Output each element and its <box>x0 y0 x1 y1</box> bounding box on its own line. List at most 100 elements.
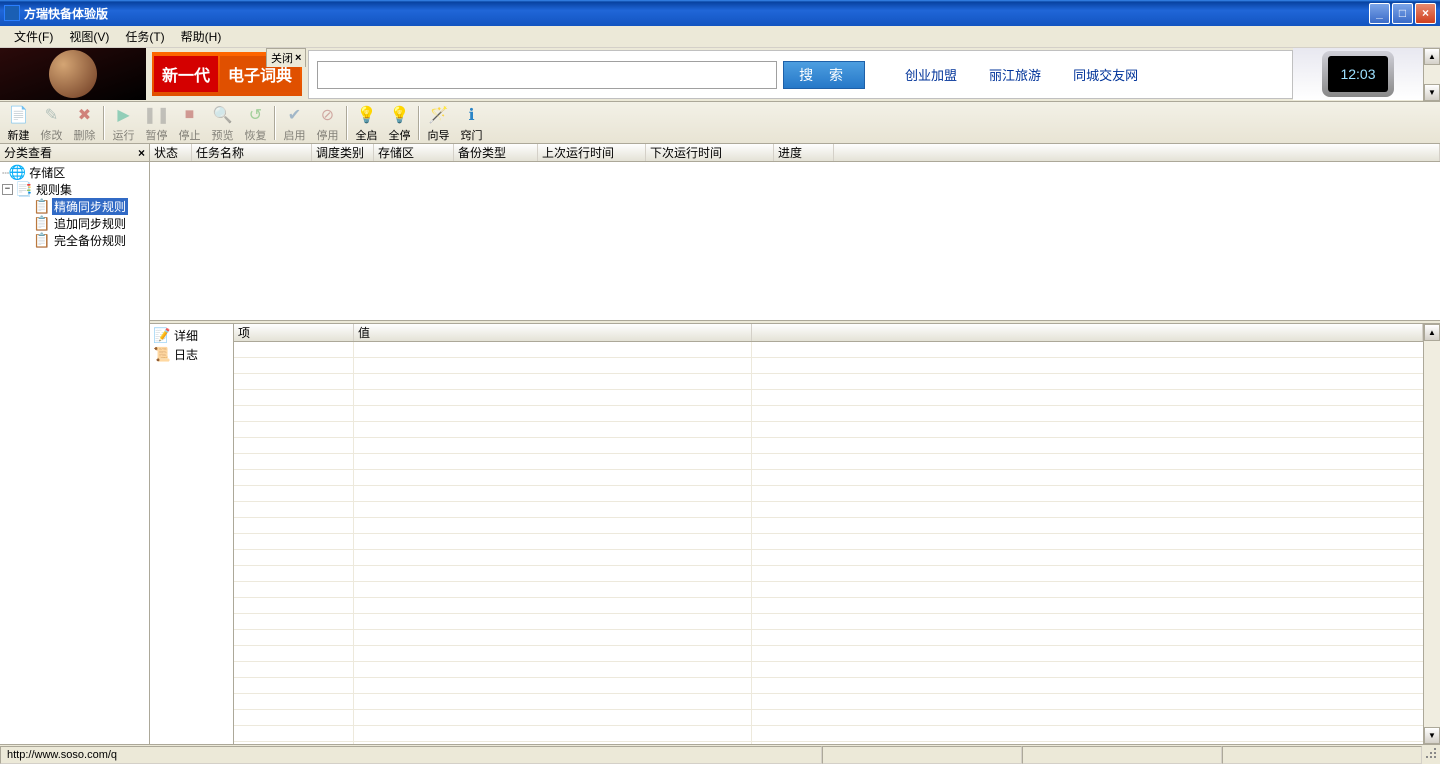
scroll-up-icon[interactable]: ▲ <box>1424 324 1440 341</box>
ad-link-1[interactable]: 丽江旅游 <box>989 65 1041 84</box>
col-backup-type[interactable]: 备份类型 <box>454 144 538 161</box>
detail-col-item[interactable]: 项 <box>234 324 354 341</box>
menu-file[interactable]: 文件(F) <box>6 26 61 47</box>
detail-row[interactable] <box>234 550 1423 566</box>
tb-tips[interactable]: ℹ窍门 <box>455 103 488 143</box>
status-url: http://www.soso.com/q <box>0 746 822 764</box>
detail-col-value[interactable]: 值 <box>354 324 752 341</box>
tb-new[interactable]: 📄新建 <box>2 103 35 143</box>
col-status[interactable]: 状态 <box>150 144 192 161</box>
col-storage[interactable]: 存储区 <box>374 144 454 161</box>
detail-row[interactable] <box>234 582 1423 598</box>
detail-tabs: 📝 详细 📜 日志 <box>150 324 234 744</box>
sidebar-title: 分类查看 <box>4 144 52 161</box>
detail-row[interactable] <box>234 470 1423 486</box>
ad-links: 创业加盟 丽江旅游 同城交友网 <box>905 65 1138 84</box>
menu-task[interactable]: 任务(T) <box>117 26 172 47</box>
detail-row[interactable] <box>234 406 1423 422</box>
ad-phone[interactable]: 12:03 <box>1293 48 1423 100</box>
detail-row[interactable] <box>234 742 1423 744</box>
detail-row[interactable] <box>234 374 1423 390</box>
detail-row[interactable] <box>234 454 1423 470</box>
detail-tab-log[interactable]: 📜 日志 <box>150 345 233 364</box>
rule-icon: 📋 <box>34 199 50 215</box>
col-sched[interactable]: 调度类别 <box>312 144 374 161</box>
detail-row[interactable] <box>234 646 1423 662</box>
detail-row[interactable] <box>234 502 1423 518</box>
scroll-down-icon[interactable]: ▼ <box>1424 84 1440 101</box>
tb-edit: ✎修改 <box>35 103 68 143</box>
menu-view[interactable]: 视图(V) <box>61 26 117 47</box>
col-nextrun[interactable]: 下次运行时间 <box>646 144 774 161</box>
detail-row[interactable] <box>234 726 1423 742</box>
content-area: 状态 任务名称 调度类别 存储区 备份类型 上次运行时间 下次运行时间 进度 📝… <box>150 144 1440 744</box>
detail-row[interactable] <box>234 358 1423 374</box>
task-grid-body[interactable] <box>150 162 1440 320</box>
tb-pause: ❚❚暂停 <box>140 103 173 143</box>
pause-icon: ❚❚ <box>146 104 168 126</box>
detail-row[interactable] <box>234 518 1423 534</box>
tree-node-storage[interactable]: ┄ 🌐 存储区 <box>2 164 147 181</box>
search-input[interactable] <box>317 61 777 89</box>
tb-wizard[interactable]: 🪄向导 <box>422 103 455 143</box>
detail-row[interactable] <box>234 710 1423 726</box>
detail-row[interactable] <box>234 534 1423 550</box>
scroll-track[interactable] <box>1424 341 1440 727</box>
close-button[interactable]: × <box>1415 3 1436 24</box>
col-lastrun[interactable]: 上次运行时间 <box>538 144 646 161</box>
ad-bar: 新一代 电子词典 关闭 × 搜 索 创业加盟 丽江旅游 同城交友网 12:03 … <box>0 48 1440 102</box>
ad-scrollbar[interactable]: ▲ ▼ <box>1423 48 1440 101</box>
scroll-track[interactable] <box>1424 65 1440 84</box>
scroll-down-icon[interactable]: ▼ <box>1424 727 1440 744</box>
recover-icon: ↺ <box>245 104 267 126</box>
tb-delete: ✖删除 <box>68 103 101 143</box>
menu-help[interactable]: 帮助(H) <box>173 26 230 47</box>
detail-row[interactable] <box>234 614 1423 630</box>
detail-header: 项 值 <box>234 324 1423 342</box>
detail-row[interactable] <box>234 662 1423 678</box>
ad-search-panel: 搜 索 创业加盟 丽江旅游 同城交友网 <box>308 50 1293 99</box>
col-name[interactable]: 任务名称 <box>192 144 312 161</box>
tb-allstart[interactable]: 💡全启 <box>350 103 383 143</box>
detail-row[interactable] <box>234 342 1423 358</box>
rule-icon: 📋 <box>34 216 50 232</box>
sidebar-close-icon[interactable]: × <box>138 146 145 160</box>
detail-scrollbar[interactable]: ▲ ▼ <box>1423 324 1440 744</box>
resize-grip-icon[interactable] <box>1422 748 1440 762</box>
ad-link-0[interactable]: 创业加盟 <box>905 65 957 84</box>
detail-row[interactable] <box>234 486 1423 502</box>
detail-row[interactable] <box>234 678 1423 694</box>
detail-row[interactable] <box>234 422 1423 438</box>
globe-icon: 🌐 <box>9 165 25 181</box>
detail-row[interactable] <box>234 438 1423 454</box>
ad-link-2[interactable]: 同城交友网 <box>1073 65 1138 84</box>
ad-image-left[interactable] <box>0 48 146 100</box>
collapse-icon[interactable]: − <box>2 184 13 195</box>
detail-rows[interactable] <box>234 342 1423 744</box>
tb-allstop[interactable]: 💡全停 <box>383 103 416 143</box>
ad-close-x-icon[interactable]: × <box>295 52 301 64</box>
search-button[interactable]: 搜 索 <box>783 61 865 89</box>
scroll-up-icon[interactable]: ▲ <box>1424 48 1440 65</box>
col-progress[interactable]: 进度 <box>774 144 834 161</box>
detail-row[interactable] <box>234 630 1423 646</box>
wizard-icon: 🪄 <box>428 104 450 126</box>
info-icon: 📝 <box>154 328 170 344</box>
ad-close-tab[interactable]: 关闭 × <box>266 48 306 67</box>
window-title: 方瑞快备体验版 <box>24 5 1367 22</box>
maximize-button[interactable]: □ <box>1392 3 1413 24</box>
tree-node-rule-1[interactable]: 📋 追加同步规则 <box>30 215 147 232</box>
tree-node-rule-2[interactable]: 📋 完全备份规则 <box>30 232 147 249</box>
detail-row[interactable] <box>234 694 1423 710</box>
detail-tab-info[interactable]: 📝 详细 <box>150 326 233 345</box>
preview-icon: 🔍 <box>212 104 234 126</box>
minimize-button[interactable]: _ <box>1369 3 1390 24</box>
detail-row[interactable] <box>234 566 1423 582</box>
detail-row[interactable] <box>234 390 1423 406</box>
stop-icon: ■ <box>179 104 201 126</box>
tree-node-rule-0[interactable]: 📋 精确同步规则 <box>30 198 147 215</box>
detail-tab-log-label: 日志 <box>174 346 198 363</box>
app-icon <box>4 5 20 21</box>
detail-row[interactable] <box>234 598 1423 614</box>
tree-node-ruleset[interactable]: − 📑 规则集 <box>2 181 147 198</box>
